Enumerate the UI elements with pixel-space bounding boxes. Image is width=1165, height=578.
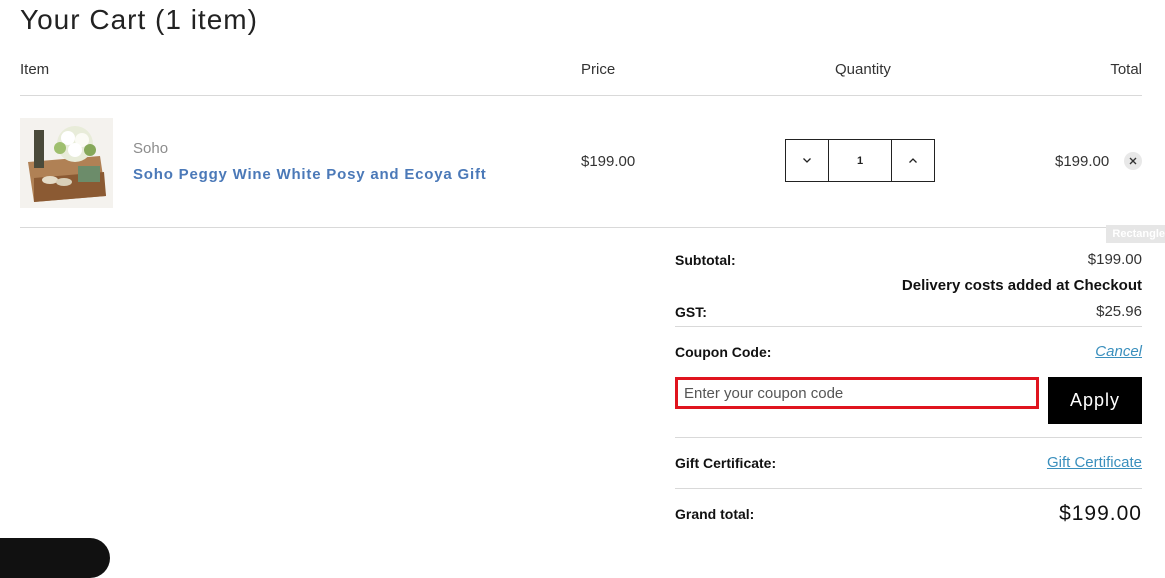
decrease-quantity-button[interactable] [786,140,829,181]
column-header-item: Item [20,61,50,78]
subtotal-label: Subtotal: [675,252,736,268]
item-total: $199.00 [1055,153,1110,170]
summary-divider [675,488,1142,489]
element-tooltip: Rectangle [1106,225,1165,243]
chevron-down-icon [803,158,811,163]
gift-certificate-link[interactable]: Gift Certificate [1047,454,1142,471]
coupon-code-input[interactable] [675,377,1039,409]
chevron-up-icon [909,158,917,163]
column-header-price: Price [581,61,616,78]
close-icon [1129,157,1137,165]
coupon-label: Coupon Code: [675,344,772,360]
grand-total-label: Grand total: [675,506,755,522]
apply-coupon-button[interactable]: Apply [1048,377,1142,424]
quantity-value[interactable]: 1 [829,140,891,181]
item-price: $199.00 [581,153,636,170]
summary-divider [675,326,1142,327]
floating-widget-button[interactable] [0,538,110,578]
gst-value: $25.96 [1096,303,1142,320]
column-header-total: Total [1110,61,1142,78]
product-thumbnail-graphic [20,118,113,208]
grand-total-value: $199.00 [1059,502,1142,525]
page-title: Your Cart (1 item) [20,4,258,35]
gift-certificate-label: Gift Certificate: [675,455,777,471]
increase-quantity-button[interactable] [891,140,934,181]
gst-label: GST: [675,304,707,320]
product-name-link[interactable]: Soho Peggy Wine White Posy and Ecoya Gif… [133,166,487,183]
summary-divider [675,437,1142,438]
row-divider [20,227,1165,228]
remove-item-button[interactable] [1124,152,1142,170]
column-header-quantity: Quantity [835,61,891,78]
product-brand: Soho [133,140,169,157]
subtotal-value: $199.00 [1087,251,1142,268]
delivery-note: Delivery costs added at Checkout [901,277,1142,294]
product-image[interactable] [20,118,113,208]
coupon-cancel-link[interactable]: Cancel [1095,343,1142,360]
quantity-stepper: 1 [785,139,935,182]
